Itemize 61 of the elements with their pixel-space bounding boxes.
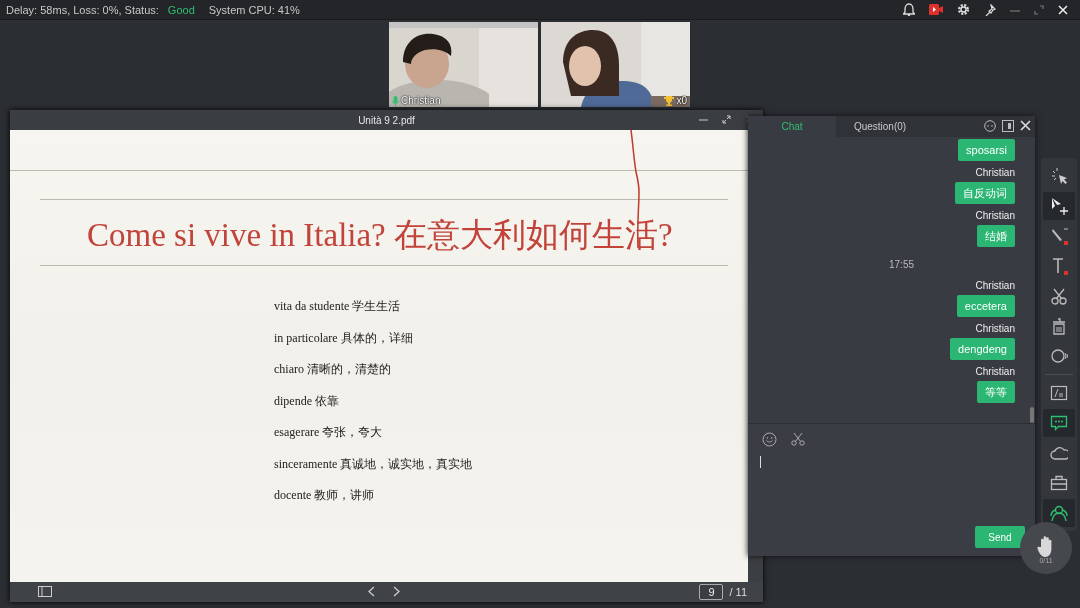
toolbar-button[interactable]: [1043, 409, 1075, 437]
vocabulary-line: dipende 依靠: [274, 392, 340, 410]
popout-icon[interactable]: [1002, 120, 1014, 132]
document-title: Unità 9 2.pdf: [358, 114, 415, 126]
microphone-icon: [392, 95, 399, 106]
cpu-usage: System CPU: 41%: [208, 3, 300, 16]
sender-name: Christian: [975, 279, 1015, 293]
sidebar-toggle-icon[interactable]: [38, 586, 52, 597]
emoji-icon[interactable]: [984, 120, 996, 132]
bell-icon[interactable]: [903, 3, 915, 16]
close-icon[interactable]: [1058, 4, 1068, 15]
whiteboard-icon: [1050, 384, 1068, 402]
network-stats: Delay: 58ms, Loss: 0%, Status:: [6, 3, 159, 16]
expand-icon[interactable]: [722, 115, 731, 124]
pen-icon: [1050, 227, 1068, 245]
vocabulary-line: in particolare 具体的，详细: [274, 329, 414, 347]
panel-tab[interactable]: Chat: [748, 116, 836, 137]
trash-icon: [1050, 317, 1068, 335]
send-button[interactable]: Send: [975, 526, 1025, 548]
vocabulary-line: docente 教师，讲师: [274, 487, 376, 504]
laser-pointer-icon: [1050, 167, 1068, 185]
next-page-icon[interactable]: [393, 586, 400, 597]
page-total: / 11: [729, 586, 747, 598]
participant-name: Christian: [401, 95, 441, 106]
toolbar-button[interactable]: [1043, 499, 1075, 527]
sender-name: Christian: [975, 365, 1015, 379]
message-input[interactable]: Send: [748, 423, 1035, 556]
move-cursor-icon: [1050, 197, 1068, 215]
message-bubble: 等等: [977, 381, 1015, 403]
trophy-icon: [664, 95, 675, 106]
vocabulary-line: chiaro 清晰的，清楚的: [274, 361, 392, 378]
toolbar-button[interactable]: [1043, 192, 1075, 220]
toolbox-icon: [1050, 474, 1068, 492]
message-bubble: 结婚: [977, 225, 1015, 247]
emoji-icon[interactable]: [762, 432, 777, 447]
pin-icon[interactable]: [984, 3, 996, 16]
scissors-icon[interactable]: [791, 432, 805, 446]
trophy-count: x0: [676, 95, 687, 106]
page-number-field[interactable]: 9: [699, 584, 724, 600]
message-bubble: eccetera: [956, 295, 1015, 317]
message-bubble: dengdeng: [950, 338, 1015, 360]
sender-name: Christian: [975, 209, 1015, 223]
settings-icon[interactable]: [957, 3, 970, 16]
vocabulary-line: vita da studente 学生生活: [274, 298, 402, 315]
cloud-icon: [1050, 444, 1068, 462]
video-camera-icon[interactable]: [929, 4, 943, 15]
close-icon[interactable]: [1020, 120, 1031, 131]
text-tool-icon: [1050, 257, 1068, 275]
sender-name: Christian: [975, 166, 1015, 180]
vocabulary-line: sinceramente 真诚地，诚实地，真实地: [274, 455, 473, 473]
vocabulary-line: esagerare 夸张，夸大: [274, 424, 384, 441]
shape-icon: [1050, 347, 1068, 365]
message-bubble: sposarsi: [958, 139, 1015, 161]
previous-page-icon[interactable]: [368, 586, 375, 597]
chat-icon: [1050, 414, 1068, 432]
people-icon: [1050, 504, 1068, 522]
timestamp: 17:55: [889, 258, 914, 272]
message-bubble: 自反动词: [955, 182, 1015, 204]
status-value: Good: [167, 3, 195, 16]
sender-name: Christian: [975, 322, 1015, 336]
scissors-icon: [1050, 287, 1068, 305]
